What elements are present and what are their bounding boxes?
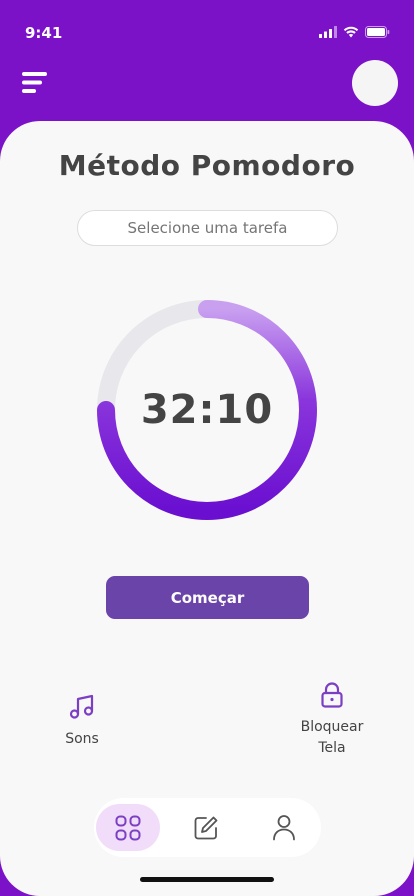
task-select-input[interactable]: [77, 210, 338, 246]
phone-screen: 9:41 Método Pomodoro Selecione uma taref…: [0, 0, 414, 896]
status-icons: [319, 26, 390, 38]
bottom-nav: [94, 798, 321, 857]
main-content: Método Pomodoro 32:10 Começar: [0, 121, 414, 896]
profile-icon: [273, 815, 295, 841]
sounds-button[interactable]: Sons: [52, 693, 112, 750]
signal-icon: [319, 26, 337, 38]
lock-label-line2: Tela: [318, 740, 346, 756]
start-button[interactable]: Começar: [106, 576, 309, 619]
timer-value: 32:10: [140, 387, 274, 433]
menu-button[interactable]: [22, 70, 50, 96]
lock-icon: [321, 682, 343, 708]
wifi-icon: [343, 26, 359, 38]
hamburger-icon: [22, 72, 47, 93]
status-time: 9:41: [25, 24, 63, 42]
home-indicator: [140, 877, 274, 882]
lock-label-line1: Bloquear: [300, 719, 364, 735]
nav-item-profile[interactable]: [252, 804, 316, 851]
avatar[interactable]: [352, 60, 398, 106]
timer-ring: 32:10: [96, 299, 318, 521]
sounds-label: Sons: [65, 731, 99, 747]
page-title: Método Pomodoro: [58, 149, 356, 182]
music-note-icon: [69, 694, 94, 719]
edit-icon: [194, 816, 218, 839]
lock-screen-button[interactable]: Bloquear Tela: [292, 682, 372, 759]
grid-icon: [115, 815, 141, 840]
nav-item-home[interactable]: [96, 804, 160, 851]
nav-item-edit[interactable]: [174, 804, 238, 851]
status-bar: 9:41: [0, 0, 414, 56]
battery-icon: [365, 26, 390, 38]
app-header: [0, 56, 414, 120]
